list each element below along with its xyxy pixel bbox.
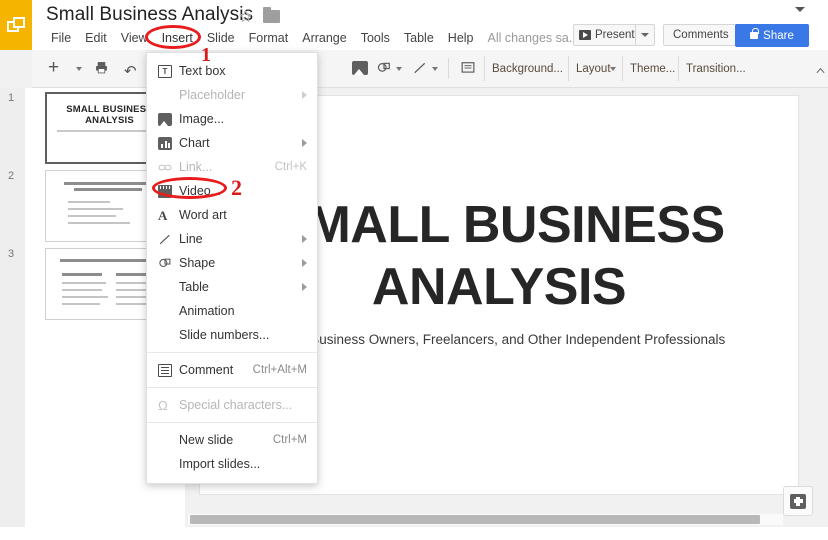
annotation-oval-insert bbox=[145, 25, 201, 49]
menu-table[interactable]: Table bbox=[397, 29, 441, 47]
menu-item-image[interactable]: Image... bbox=[147, 107, 317, 131]
filmstrip-gutter-bottom bbox=[0, 508, 25, 528]
menu-bar: File Edit View Insert Slide Format Arran… bbox=[44, 28, 586, 48]
theme-button[interactable]: Theme... bbox=[630, 63, 675, 75]
comment-icon[interactable] bbox=[460, 61, 476, 75]
chevron-down-icon bbox=[641, 33, 649, 37]
thumbnail-heading-line bbox=[64, 182, 152, 185]
line-icon bbox=[159, 234, 170, 244]
chevron-down-icon[interactable] bbox=[432, 67, 438, 71]
share-button[interactable]: Share bbox=[735, 24, 809, 47]
menu-item-new-slide[interactable]: New slide Ctrl+M bbox=[147, 428, 317, 452]
new-slide-button[interactable]: + bbox=[48, 58, 59, 77]
present-button[interactable]: Present bbox=[573, 24, 635, 46]
shape-icon[interactable] bbox=[376, 61, 392, 75]
menu-divider bbox=[147, 422, 317, 423]
annotation-oval-video bbox=[152, 177, 227, 199]
background-button[interactable]: Background... bbox=[492, 63, 563, 75]
share-label: Share bbox=[763, 29, 794, 42]
slide-number: 3 bbox=[8, 248, 15, 260]
link-icon bbox=[158, 164, 172, 170]
star-outline-icon[interactable] bbox=[238, 9, 253, 24]
menu-item-placeholder: Placeholder bbox=[147, 83, 317, 107]
omega-icon: Ω bbox=[158, 397, 168, 413]
slide-number: 1 bbox=[8, 92, 15, 104]
menu-item-slide-numbers[interactable]: Slide numbers... bbox=[147, 323, 317, 347]
chevron-down-icon[interactable] bbox=[396, 67, 402, 71]
explore-button[interactable] bbox=[783, 486, 813, 516]
chevron-down-icon[interactable] bbox=[76, 67, 82, 71]
chevron-right-icon bbox=[302, 91, 307, 99]
chevron-down-icon[interactable] bbox=[795, 7, 805, 12]
menu-tools[interactable]: Tools bbox=[354, 29, 397, 47]
document-title[interactable]: Small Business Analysis bbox=[46, 4, 253, 26]
text-box-icon: T bbox=[158, 64, 172, 78]
insert-dropdown-menu[interactable]: T Text box Placeholder Image... Chart Li… bbox=[146, 52, 318, 484]
thumbnail-heading-line bbox=[74, 188, 142, 191]
present-dropdown-button[interactable] bbox=[635, 24, 655, 46]
image-icon bbox=[158, 112, 172, 126]
save-status: All changes sa... bbox=[487, 31, 580, 45]
lock-icon bbox=[750, 28, 759, 39]
shape-icon bbox=[159, 258, 171, 267]
bottom-strip bbox=[0, 527, 828, 540]
menu-format[interactable]: Format bbox=[242, 29, 296, 47]
folder-icon[interactable] bbox=[263, 7, 280, 23]
menu-item-animation[interactable]: Animation bbox=[147, 299, 317, 323]
google-slides-window: Small Business Analysis File Edit View I… bbox=[0, 0, 828, 540]
line-icon[interactable] bbox=[412, 61, 428, 75]
word-art-icon: A bbox=[158, 207, 168, 223]
menu-item-text-box[interactable]: T Text box bbox=[147, 59, 317, 83]
chart-icon bbox=[158, 136, 172, 150]
menu-divider bbox=[147, 387, 317, 388]
menu-help[interactable]: Help bbox=[441, 29, 481, 47]
chevron-right-icon bbox=[302, 259, 307, 267]
menu-arrange[interactable]: Arrange bbox=[295, 29, 353, 47]
filmstrip-gutter bbox=[0, 88, 25, 508]
menu-divider bbox=[147, 352, 317, 353]
menu-item-table[interactable]: Table bbox=[147, 275, 317, 299]
menu-item-comment[interactable]: Comment Ctrl+Alt+M bbox=[147, 358, 317, 382]
comment-icon bbox=[158, 363, 172, 377]
layout-button[interactable]: Layout bbox=[576, 63, 611, 75]
horizontal-scrollbar-thumb[interactable] bbox=[190, 515, 760, 524]
menu-item-chart[interactable]: Chart bbox=[147, 131, 317, 155]
comments-label: Comments bbox=[673, 29, 729, 41]
annotation-step-2: 2 bbox=[231, 175, 242, 200]
menu-item-word-art[interactable]: A Word art bbox=[147, 203, 317, 227]
slide-number: 2 bbox=[8, 170, 15, 182]
explore-icon bbox=[790, 493, 806, 509]
printer-icon[interactable] bbox=[94, 61, 109, 74]
menu-file[interactable]: File bbox=[44, 29, 78, 47]
thumbnail-heading-line bbox=[60, 259, 156, 262]
chevron-up-icon[interactable] bbox=[815, 65, 826, 76]
comments-button[interactable]: Comments bbox=[663, 24, 739, 46]
top-bar: Small Business Analysis File Edit View I… bbox=[0, 0, 828, 50]
google-slides-logo-icon[interactable] bbox=[0, 0, 32, 50]
chevron-right-icon bbox=[302, 235, 307, 243]
chevron-right-icon bbox=[302, 283, 307, 291]
image-icon[interactable] bbox=[352, 61, 368, 75]
undo-button[interactable]: ↶ bbox=[124, 62, 137, 80]
menu-item-line[interactable]: Line bbox=[147, 227, 317, 251]
menu-item-special-characters: Ω Special characters... bbox=[158, 397, 293, 413]
annotation-step-1: 1 bbox=[201, 44, 211, 66]
menu-item-shape[interactable]: Shape bbox=[147, 251, 317, 275]
present-label: Present bbox=[595, 29, 635, 41]
menu-edit[interactable]: Edit bbox=[78, 29, 114, 47]
menu-item-import-slides[interactable]: Import slides... bbox=[147, 452, 317, 476]
transition-button[interactable]: Transition... bbox=[686, 63, 746, 75]
chevron-right-icon bbox=[302, 139, 307, 147]
present-play-icon bbox=[579, 30, 591, 40]
chevron-down-icon[interactable] bbox=[610, 67, 616, 71]
